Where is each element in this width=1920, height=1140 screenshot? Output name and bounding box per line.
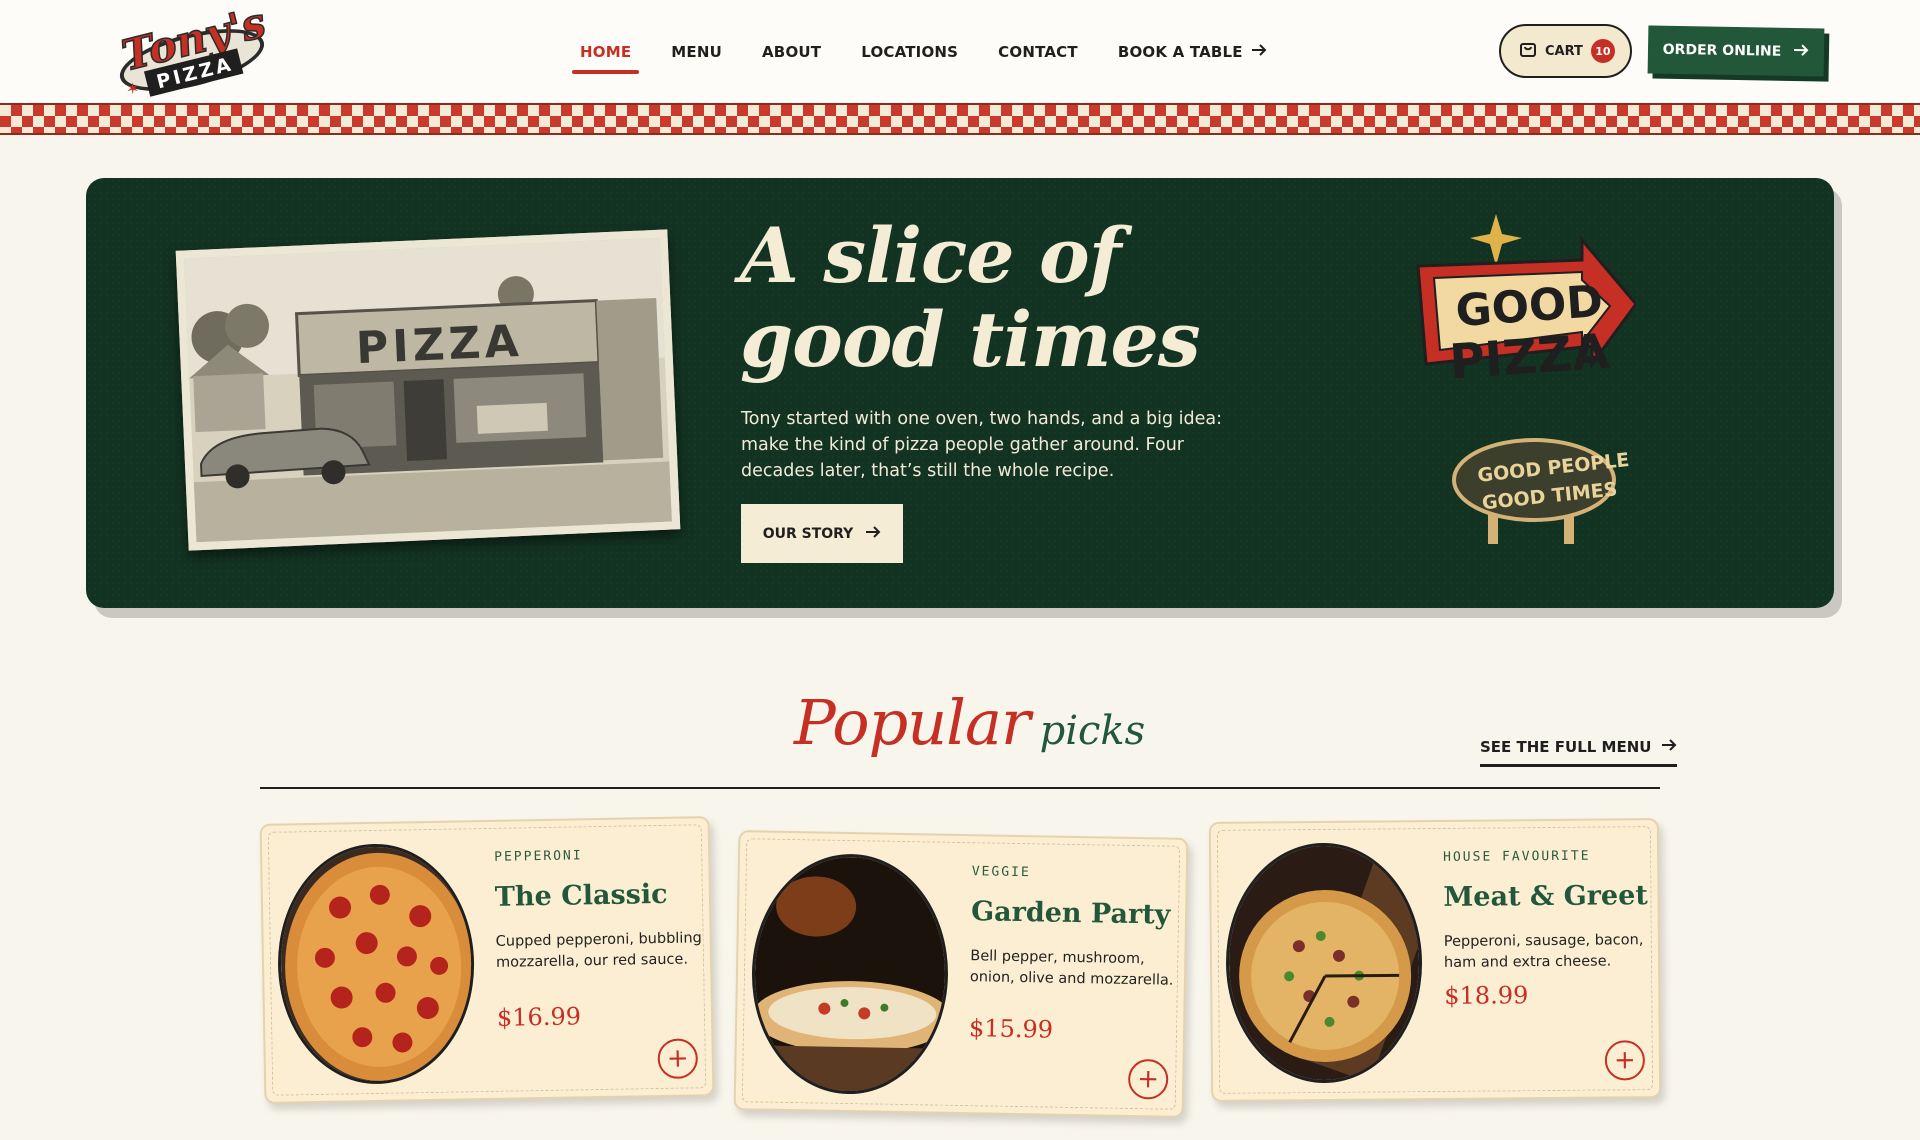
popular-picks-title: Popular picks xyxy=(794,686,1145,759)
card-title: The Classic xyxy=(494,878,668,913)
menu-card-garden-party[interactable]: VEGGIE Garden Party Bell pepper, mushroo… xyxy=(733,830,1189,1118)
nav-about[interactable]: ABOUT xyxy=(742,34,841,70)
nav-book-a-table[interactable]: BOOK A TABLE xyxy=(1098,34,1287,70)
hero-title-line1: A slice of xyxy=(740,211,1121,300)
cart-label: CART xyxy=(1545,43,1583,59)
main-nav: HOME MENU ABOUT LOCATIONS CONTACT BOOK A… xyxy=(560,34,1287,74)
meat-pizza-image xyxy=(1224,842,1424,1084)
nav-locations-label: LOCATIONS xyxy=(861,43,959,61)
checkered-divider xyxy=(0,103,1920,135)
nav-about-label: ABOUT xyxy=(762,43,822,61)
card-category: HOUSE FAVOURITE xyxy=(1443,848,1591,865)
our-story-button[interactable]: OUR STORY xyxy=(741,504,903,563)
good-pizza-sign-illustration: GOOD PIZZA GOOD PEOPLE GOOD TIMES xyxy=(1396,214,1638,574)
arrow-right-icon xyxy=(1251,43,1267,61)
card-price: $15.99 xyxy=(968,1014,1054,1044)
add-to-cart-plus-icon[interactable]: + xyxy=(657,1038,699,1080)
vintage-pizzeria-photo: PIZZA xyxy=(175,229,681,551)
menu-card-meat-and-greet[interactable]: HOUSE FAVOURITE Meat & Greet Pepperoni, … xyxy=(1208,818,1662,1102)
title-picks: picks xyxy=(1039,708,1146,754)
veggie-pizza-image xyxy=(749,852,951,1096)
order-online-label: ORDER ONLINE xyxy=(1662,41,1782,60)
add-to-cart-plus-icon[interactable]: + xyxy=(1127,1058,1169,1100)
nav-locations[interactable]: LOCATIONS xyxy=(841,34,978,70)
svg-text:PIZZA: PIZZA xyxy=(355,316,524,374)
card-description: Bell pepper, mushroom, onion, olive and … xyxy=(969,948,1174,989)
card-title: Meat & Greet xyxy=(1443,880,1648,913)
card-category: PEPPERONI xyxy=(494,848,583,865)
see-full-menu-label: SEE THE FULL MENU xyxy=(1480,738,1652,756)
nav-contact-label: CONTACT xyxy=(998,43,1078,61)
hero-title-line2: good times xyxy=(740,295,1201,384)
card-category: VEGGIE xyxy=(971,864,1031,881)
card-description: Pepperoni, sausage, bacon, ham and extra… xyxy=(1443,932,1644,971)
arrow-right-icon xyxy=(1661,738,1677,756)
hero-banner: PIZZA A slice of good times Tony started… xyxy=(86,178,1834,608)
our-story-label: OUR STORY xyxy=(762,525,854,542)
svg-text:✶: ✶ xyxy=(126,79,139,98)
see-full-menu-link[interactable]: SEE THE FULL MENU xyxy=(1480,738,1678,767)
nav-home-label: HOME xyxy=(580,43,632,61)
add-to-cart-plus-icon[interactable]: + xyxy=(1604,1040,1646,1081)
nav-book-a-table-label: BOOK A TABLE xyxy=(1117,43,1243,61)
nav-menu-label: MENU xyxy=(671,43,722,61)
svg-text:PIZZA: PIZZA xyxy=(1448,324,1611,391)
shopping-bag-icon xyxy=(1519,40,1537,62)
nav-home[interactable]: HOME xyxy=(560,34,651,74)
title-popular: Popular xyxy=(794,686,1031,759)
section-divider xyxy=(260,787,1660,789)
nav-contact[interactable]: CONTACT xyxy=(978,34,1098,70)
card-price: $16.99 xyxy=(496,1002,582,1032)
tonys-pizza-logo[interactable]: Tony's PIZZA ✶ xyxy=(112,0,272,100)
menu-card-the-classic[interactable]: PEPPERONI The Classic Cupped pepperoni, … xyxy=(259,816,715,1104)
hero-description: Tony started with one oven, two hands, a… xyxy=(741,409,1222,481)
arrow-right-icon xyxy=(865,525,881,543)
cart-count-badge: 10 xyxy=(1590,39,1615,63)
card-title: Garden Party xyxy=(970,896,1171,931)
site-header: Tony's PIZZA ✶ HOME MENU ABOUT LOCATIONS… xyxy=(0,0,1920,102)
arrow-right-icon xyxy=(1793,43,1809,61)
card-description: Cupped pepperoni, bubbling mozzarella, o… xyxy=(495,930,702,971)
nav-menu[interactable]: MENU xyxy=(651,34,742,70)
card-price: $18.99 xyxy=(1444,981,1529,1010)
hero-title: A slice of good times xyxy=(740,214,1300,382)
order-online-button[interactable]: ORDER ONLINE xyxy=(1647,25,1825,77)
pepperoni-pizza-image xyxy=(275,842,477,1086)
cart-button[interactable]: CART 10 xyxy=(1499,24,1632,78)
